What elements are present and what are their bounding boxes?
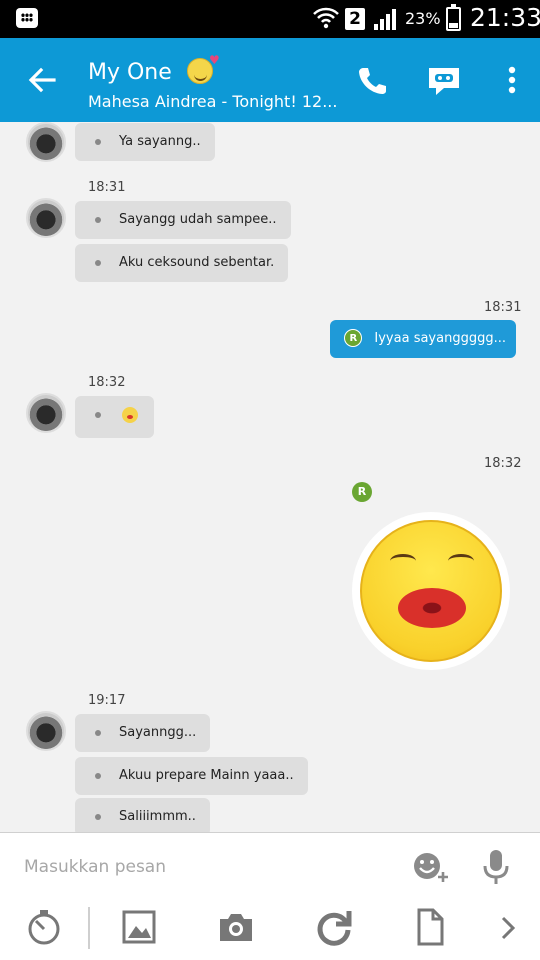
message-bubble[interactable]: Akuu prepare Mainn yaaa..: [75, 757, 308, 795]
microphone-icon[interactable]: [480, 847, 512, 887]
file-icon[interactable]: [414, 907, 446, 947]
timer-icon[interactable]: [24, 907, 64, 947]
message-bubble[interactable]: [75, 396, 154, 438]
message-input[interactable]: [24, 851, 394, 883]
status-bar: 2 23% 21:33: [0, 0, 540, 38]
bbm-icon: [16, 8, 38, 28]
timestamp: 19:17: [88, 693, 126, 708]
read-receipt-badge: R: [352, 482, 372, 502]
chat-name: My One: [88, 60, 172, 85]
message-bubble[interactable]: Ya sayanng..: [75, 123, 215, 161]
kiss-sticker-icon: [360, 520, 502, 662]
message-bubble-outgoing[interactable]: R Iyyaa sayanggggg...: [330, 320, 516, 358]
wifi-icon: [313, 7, 339, 29]
chevron-right-icon[interactable]: [498, 915, 518, 941]
sticker-eye: [448, 554, 474, 568]
smiley-heart-icon: ♥: [186, 53, 220, 84]
sim-badge: 2: [345, 8, 365, 30]
sticker-message[interactable]: [352, 512, 510, 670]
kiss-emoji-icon: [122, 407, 138, 423]
page-title[interactable]: My One ♥: [88, 53, 220, 85]
avatar[interactable]: [26, 122, 66, 162]
more-vert-icon[interactable]: [492, 60, 532, 100]
image-icon[interactable]: [120, 908, 158, 946]
sticker-lips: [398, 588, 466, 628]
timestamp: 18:32: [88, 375, 126, 390]
phone-icon[interactable]: [352, 60, 392, 100]
battery-icon: [446, 4, 461, 31]
avatar[interactable]: [26, 711, 66, 751]
message-bubble[interactable]: Sayangg udah sampee..: [75, 201, 291, 239]
message-text: Iyyaa sayanggggg...: [374, 331, 506, 346]
emoji-add-icon[interactable]: [410, 849, 450, 885]
message-bubble[interactable]: Aku ceksound sebentar.: [75, 244, 289, 282]
sticker-eye: [390, 554, 416, 568]
timestamp: 18:32: [484, 456, 522, 471]
timestamp: 18:31: [484, 300, 522, 315]
clock: 21:33: [470, 3, 540, 32]
battery-percent: 23%: [405, 9, 441, 28]
message-bubble[interactable]: Sayanngg...: [75, 714, 211, 752]
avatar[interactable]: [26, 393, 66, 433]
status-message[interactable]: Mahesa Aindrea - Tonight! 12...: [88, 92, 337, 111]
camera-icon[interactable]: [216, 909, 256, 945]
chat-area[interactable]: Ya sayanng.. 18:31 Sayangg udah sampee..…: [0, 122, 540, 832]
app-bar: My One ♥ Mahesa Aindrea - Tonight! 12...: [0, 38, 540, 122]
read-receipt-badge: R: [344, 329, 363, 347]
message-bubble[interactable]: Saliiimmm..: [75, 798, 210, 832]
divider: [88, 907, 90, 949]
composer: [0, 832, 540, 960]
video-chat-icon[interactable]: [424, 60, 464, 100]
refresh-icon[interactable]: [314, 907, 354, 947]
back-arrow-icon[interactable]: [22, 60, 62, 100]
timestamp: 18:31: [88, 180, 126, 195]
signal-icon: [374, 9, 396, 30]
avatar[interactable]: [26, 198, 66, 238]
